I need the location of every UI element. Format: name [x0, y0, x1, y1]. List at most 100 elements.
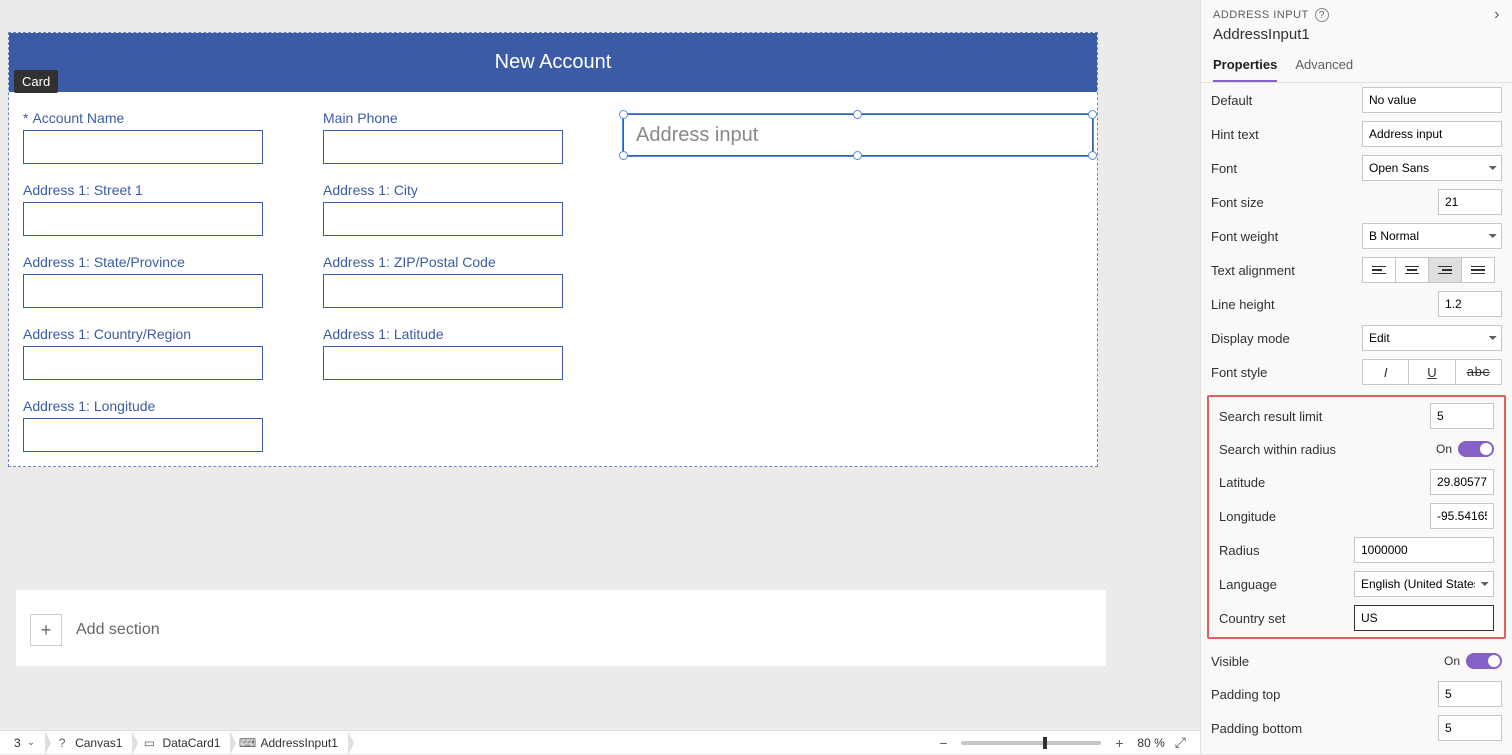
help-icon: ? — [55, 736, 69, 750]
label-zip: Address 1: ZIP/Postal Code — [323, 254, 496, 270]
input-latitude[interactable] — [323, 346, 563, 380]
input-line-height[interactable] — [1438, 291, 1502, 317]
row-search-limit: Search result limit — [1209, 399, 1504, 433]
input-state[interactable] — [23, 274, 263, 308]
label-hint-text: Hint text — [1211, 127, 1362, 142]
resize-handle-bl[interactable] — [619, 151, 628, 160]
breadcrumb-first[interactable]: 3 ⌄ — [4, 731, 45, 754]
resize-handle-br[interactable] — [1088, 151, 1097, 160]
input-city[interactable] — [323, 202, 563, 236]
tab-properties[interactable]: Properties — [1213, 51, 1277, 82]
row-radius-prop: Radius — [1209, 533, 1504, 567]
row-hint-text: Hint text — [1201, 117, 1512, 151]
input-font-size[interactable] — [1438, 189, 1502, 215]
input-latitude-prop[interactable] — [1430, 469, 1494, 495]
chevron-right-icon[interactable]: › — [1494, 6, 1500, 24]
input-longitude-prop[interactable] — [1430, 503, 1494, 529]
canvas-area[interactable]: Card New Account *Account Name Address 1… — [0, 0, 1200, 730]
label-default: Default — [1211, 93, 1362, 108]
input-padding-bottom[interactable] — [1438, 715, 1502, 741]
row-padding-bottom: Padding bottom — [1201, 711, 1512, 745]
input-icon: ⌨ — [240, 736, 254, 750]
add-section-button[interactable]: + Add section — [16, 598, 1106, 666]
form-card[interactable]: New Account *Account Name Address 1: Str… — [8, 32, 1098, 467]
zoom-slider[interactable] — [961, 741, 1101, 745]
control-name: AddressInput1 — [1201, 26, 1512, 51]
label-text-alignment: Text alignment — [1211, 263, 1362, 278]
tab-advanced[interactable]: Advanced — [1295, 51, 1353, 82]
label-language: Language — [1219, 577, 1354, 592]
input-country-set[interactable] — [1354, 605, 1494, 631]
row-default: Default — [1201, 83, 1512, 117]
select-font[interactable]: Open Sans — [1362, 155, 1502, 181]
label-search-radius: Search within radius — [1219, 442, 1436, 457]
label-radius-prop: Radius — [1219, 543, 1354, 558]
fullscreen-icon[interactable]: ⤢ — [1175, 734, 1186, 751]
label-line-height: Line height — [1211, 297, 1438, 312]
row-font: Font Open Sans — [1201, 151, 1512, 185]
resize-handle-tl[interactable] — [619, 110, 628, 119]
resize-handle-tr[interactable] — [1088, 110, 1097, 119]
address-input-placeholder: Address input — [636, 124, 758, 147]
field-account-name: *Account Name — [23, 110, 313, 164]
input-main-phone[interactable] — [323, 130, 563, 164]
align-left-button[interactable] — [1362, 257, 1396, 283]
field-city: Address 1: City — [323, 182, 613, 236]
input-account-name[interactable] — [23, 130, 263, 164]
panel-header: ADDRESS INPUT ? › — [1201, 0, 1512, 26]
breadcrumb-datacard[interactable]: ▭ DataCard1 — [132, 731, 230, 754]
input-hint-text[interactable] — [1362, 121, 1502, 147]
select-language[interactable]: English (United States) — [1354, 571, 1494, 597]
label-latitude: Address 1: Latitude — [323, 326, 444, 342]
align-center-button[interactable] — [1395, 257, 1429, 283]
zoom-out-button[interactable]: − — [935, 735, 951, 751]
card-tooltip: Card — [14, 70, 58, 93]
select-font-weight[interactable]: B Normal — [1362, 223, 1502, 249]
toggle-search-radius[interactable] — [1458, 441, 1494, 457]
breadcrumb-canvas[interactable]: ? Canvas1 — [45, 731, 132, 754]
row-language: Language English (United States) — [1209, 567, 1504, 601]
label-country-set: Country set — [1219, 611, 1354, 626]
input-zip[interactable] — [323, 274, 563, 308]
align-justify-button[interactable] — [1461, 257, 1495, 283]
row-line-height: Line height — [1201, 287, 1512, 321]
label-account-name: Account Name — [32, 110, 124, 126]
field-main-phone: Main Phone — [323, 110, 613, 164]
breadcrumb-bar: 3 ⌄ ? Canvas1 ▭ DataCard1 ⌨ AddressInput… — [0, 730, 1200, 754]
row-font-style: Font style I U abc — [1201, 355, 1512, 389]
field-latitude: Address 1: Latitude — [323, 326, 613, 380]
zoom-in-button[interactable]: + — [1111, 735, 1127, 751]
input-street1[interactable] — [23, 202, 263, 236]
breadcrumb-addressinput[interactable]: ⌨ AddressInput1 — [230, 731, 347, 754]
label-street1: Address 1: Street 1 — [23, 182, 143, 198]
breadcrumb-addressinput-label: AddressInput1 — [260, 736, 337, 750]
address-input-control[interactable]: Address input — [623, 114, 1093, 156]
input-country[interactable] — [23, 346, 263, 380]
input-default[interactable] — [1362, 87, 1502, 113]
form-title: New Account — [9, 33, 1097, 92]
align-right-button[interactable] — [1428, 257, 1462, 283]
select-display-mode[interactable]: Edit — [1362, 325, 1502, 351]
strikethrough-button[interactable]: abc — [1455, 359, 1502, 385]
input-radius-prop[interactable] — [1354, 537, 1494, 563]
breadcrumb-first-label: 3 — [14, 736, 21, 750]
toggle-visible[interactable] — [1466, 653, 1502, 669]
resize-handle-tm[interactable] — [853, 110, 862, 119]
resize-handle-bm[interactable] — [853, 151, 862, 160]
row-latitude-prop: Latitude — [1209, 465, 1504, 499]
label-font-weight: Font weight — [1211, 229, 1362, 244]
field-country: Address 1: Country/Region — [23, 326, 313, 380]
input-search-limit[interactable] — [1430, 403, 1494, 429]
underline-button[interactable]: U — [1408, 359, 1455, 385]
input-padding-top[interactable] — [1438, 681, 1502, 707]
italic-button[interactable]: I — [1362, 359, 1409, 385]
input-longitude[interactable] — [23, 418, 263, 452]
label-longitude-prop: Longitude — [1219, 509, 1430, 524]
label-font-size: Font size — [1211, 195, 1438, 210]
breadcrumb-datacard-label: DataCard1 — [162, 736, 220, 750]
zoom-percent: 80 % — [1137, 736, 1164, 750]
label-font: Font — [1211, 161, 1362, 176]
properties-panel[interactable]: ADDRESS INPUT ? › AddressInput1 Properti… — [1200, 0, 1512, 754]
help-icon[interactable]: ? — [1315, 8, 1329, 22]
field-zip: Address 1: ZIP/Postal Code — [323, 254, 613, 308]
